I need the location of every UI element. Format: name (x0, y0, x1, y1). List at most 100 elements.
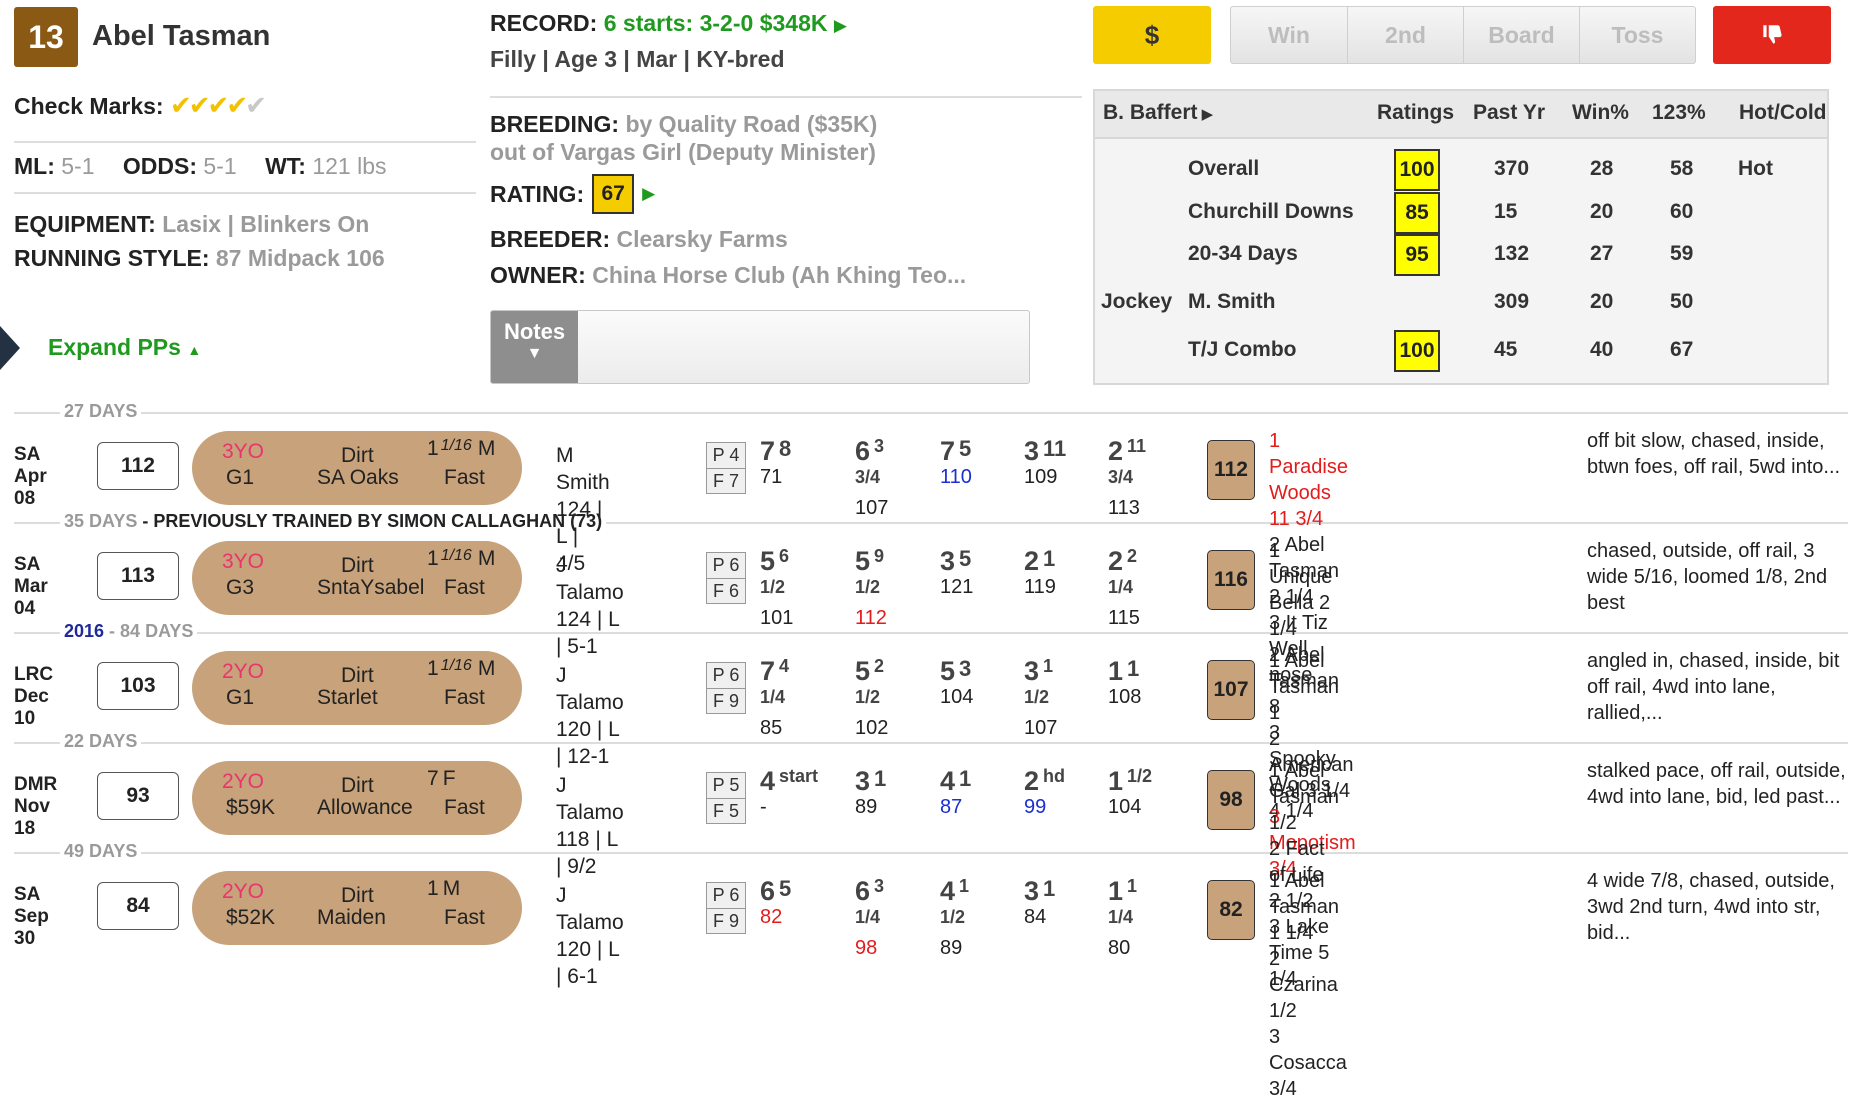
jockey-info[interactable]: J Talamo 120 | L | 12-1 (556, 662, 624, 770)
call-pos-len: 78 (760, 436, 791, 467)
notes-box[interactable]: Notes ▼ (490, 310, 1030, 384)
call-pos-len: 41 (940, 766, 971, 797)
result-line: 1 Abel Tasman 1/2 (1269, 760, 1340, 834)
age-label: 2YO (222, 770, 265, 793)
call-pos: 4 (940, 876, 956, 906)
call-pos-len: 74 1/4 (760, 656, 789, 718)
call-pos-len: 63 3/4 (855, 436, 888, 498)
final-position: F 9 (712, 691, 739, 711)
post-finish-box: P 6F 9 (706, 662, 746, 714)
call-figure: 119 (1024, 576, 1056, 598)
separator-dash: - (104, 621, 121, 641)
distance-whole: 1 (427, 657, 439, 680)
triangle-right-icon[interactable]: ▶ (642, 184, 655, 204)
triangle-right-icon: ▶ (1197, 106, 1214, 123)
race-info-pill[interactable]: 2YO $52K Dirt Maiden 1 M Fast (192, 871, 522, 945)
jockey-info[interactable]: J Talamo 118 | L | 9/2 (556, 772, 624, 880)
owner-row: OWNER: China Horse Club (Ah Khing Teo... (490, 262, 966, 289)
call-pos-len: 2 11 3/4 (1108, 436, 1146, 498)
race-results[interactable]: 1 Abel Tasman 1 1/4 2 Czarina 1/2 3 Cosacc… (1269, 868, 1347, 1102)
distance-unit: M (477, 437, 496, 460)
distance: 1 1/16 M (427, 657, 495, 681)
distance-whole: 1 (427, 877, 439, 900)
call-figure: 80 (1108, 937, 1131, 959)
toss-button[interactable]: Toss (1579, 6, 1696, 64)
distance: 1 1/16 M (427, 547, 495, 571)
call-position: 4 1 87 (940, 766, 971, 819)
notes-tab[interactable]: Notes ▼ (491, 311, 578, 383)
trainer-change-note: - PREVIOUSLY TRAINED BY SIMON CALLAGHAN … (137, 511, 603, 531)
dollar-button[interactable]: $ (1093, 6, 1211, 64)
breeding-label: BREEDING: (490, 111, 620, 137)
call-len: 5 (959, 546, 972, 571)
track-date: DMR Nov 18 (14, 774, 57, 840)
check-marks: Check Marks: ✔✔✔✔✔ (14, 90, 267, 121)
days-label: 35 DAYS (64, 511, 138, 531)
grade-label: $59K (226, 796, 276, 819)
race-info-pill[interactable]: 3YO G3 Dirt SntaYsabel 1 1/16 M Fast (192, 541, 522, 615)
call-pos: 7 (940, 436, 956, 466)
header-123-pct: 123% (1652, 101, 1706, 124)
thumbs-down-button[interactable] (1713, 6, 1831, 64)
call-pos: 7 (760, 656, 776, 686)
final-position: F 5 (712, 801, 739, 821)
call-figure: 112 (855, 607, 887, 629)
call-pos: 3 (1024, 656, 1040, 686)
race-date: Nov 18 (14, 796, 50, 839)
year-label: 2016 (64, 621, 105, 641)
equipment-label: EQUIPMENT: (14, 211, 156, 237)
jockey-info[interactable]: J Talamo 124 | L | 5-1 (556, 552, 624, 660)
call-figure: 89 (855, 796, 878, 818)
stat-prefix: Jockey (1101, 290, 1173, 313)
board-button[interactable]: Board (1463, 6, 1580, 64)
second-button[interactable]: 2nd (1347, 6, 1464, 64)
post-position: P 6 (707, 663, 745, 689)
call-figure: 113 (1108, 497, 1140, 519)
call-pos: 1 (1108, 656, 1124, 686)
race-info-pill[interactable]: 2YO $59K Dirt Allowance 7 F Fast (192, 761, 522, 835)
call-pos-len: 11 1/4 (1108, 876, 1137, 938)
ml-value: 5-1 (61, 153, 95, 179)
call-figure: 115 (1108, 607, 1140, 629)
call-position: 11 1/4 80 (1108, 876, 1137, 960)
days-separator-label: 22 DAYS (60, 731, 142, 752)
expand-pps-link[interactable]: Expand PPs ▲ (48, 334, 201, 361)
jockey-name: J Talamo (556, 554, 624, 604)
odds-value: 5-1 (203, 153, 237, 179)
race-info-pill[interactable]: 2YO G1 Dirt Starlet 1 1/16 M Fast (192, 651, 522, 725)
breeding-sire: by Quality Road ($35K) (625, 111, 878, 137)
running-style-row: RUNNING STYLE: 87 Midpack 106 (14, 245, 385, 272)
breeder-label: BREEDER: (490, 226, 611, 252)
notes-label: Notes (503, 319, 566, 344)
stat-win-pct: 28 (1590, 157, 1614, 180)
call-pos-len: 53 (940, 656, 973, 687)
triangle-right-icon[interactable]: ▶ (834, 16, 847, 35)
call-pos: 2 (1108, 546, 1124, 576)
weight-odds: 118 | L | 9/2 (556, 828, 618, 878)
call-pos: 6 (855, 876, 871, 906)
jockey-info[interactable]: J Talamo 120 | L | 6-1 (556, 882, 624, 990)
days-separator-label: 49 DAYS (60, 841, 142, 862)
race-name: Allowance (317, 796, 413, 819)
call-figure: - (760, 796, 767, 818)
call-position: 6 5 82 (760, 876, 791, 929)
race-info-pill[interactable]: 3YO G1 Dirt SA Oaks 1 1/16 M Fast (192, 431, 522, 505)
stat-win-pct: 20 (1590, 200, 1614, 223)
days-separator-label: 2016 - 84 DAYS (60, 621, 198, 642)
days-separator (14, 742, 1848, 744)
stat-past-yr: 45 (1494, 338, 1518, 361)
horse-name: Abel Tasman (92, 20, 271, 52)
post-finish-box: P 4F 7 (706, 442, 746, 494)
collapse-arrow-icon[interactable] (0, 326, 20, 370)
win-button[interactable]: Win (1230, 6, 1348, 64)
speed-rating: 113 (97, 552, 179, 600)
distance: 1M (427, 877, 460, 901)
trainer-link[interactable]: B. Baffert ▶ (1103, 101, 1213, 125)
stat-label: M. Smith (1188, 290, 1276, 313)
stat-past-yr: 309 (1494, 290, 1530, 313)
call-position: 56 1/2 101 (760, 546, 793, 630)
stat-123-pct: 58 (1670, 157, 1694, 180)
days-separator (14, 632, 1848, 634)
grade-label: G1 (226, 466, 255, 489)
running-style-label: RUNNING STYLE: (14, 245, 210, 271)
